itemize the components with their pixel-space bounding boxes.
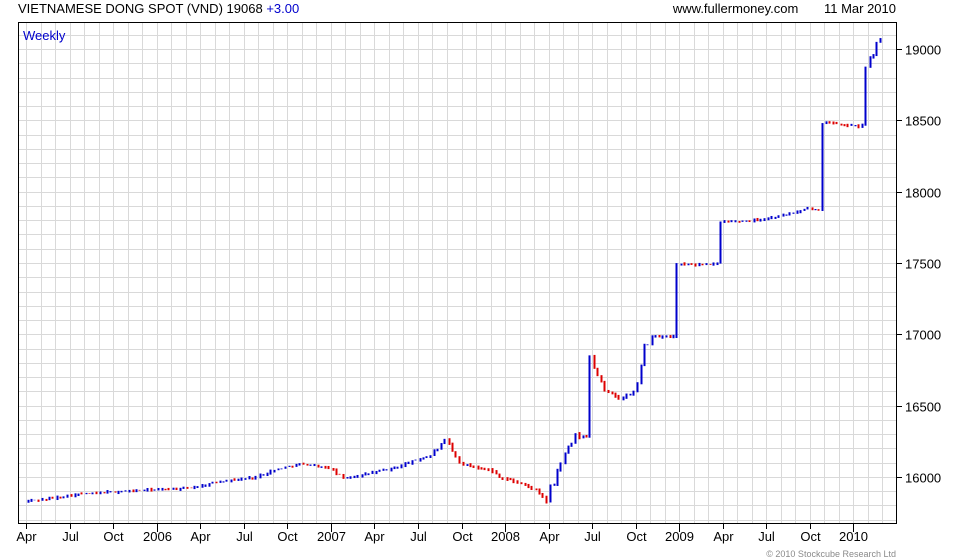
y-tick-label: 18000	[905, 186, 941, 201]
x-tick-label: Apr	[190, 529, 211, 544]
x-tick-label: Apr	[713, 529, 734, 544]
y-tick-label: 18500	[905, 114, 941, 129]
x-tick-label: Oct	[277, 529, 298, 544]
y-tick-label: 17500	[905, 257, 941, 272]
copyright-notice: © 2010 Stockcube Research Ltd	[766, 549, 896, 559]
x-tick-label: Apr	[364, 529, 385, 544]
x-tick-label: 2007	[317, 529, 346, 544]
x-tick-label: Jul	[236, 529, 253, 544]
x-tick-label: Jul	[758, 529, 775, 544]
y-tick-label: 19000	[905, 43, 941, 58]
x-tick-label: Jul	[62, 529, 79, 544]
price-chart: 16000 16500 17000 17500 18000 18500 19000 Apr J…	[16, 22, 941, 544]
frequency-label: Weekly	[23, 28, 66, 43]
x-axis: Apr Jul Oct 2006 Apr Jul Oct 2007 Apr Jul Oct 2008 A…	[16, 524, 868, 544]
x-tick-label: 2006	[143, 529, 172, 544]
x-tick-label: Jul	[410, 529, 427, 544]
x-tick-label: Oct	[800, 529, 821, 544]
x-tick-label: Oct	[452, 529, 473, 544]
x-tick-label: Oct	[626, 529, 647, 544]
y-tick-label: 16500	[905, 400, 941, 415]
y-tick-label: 17000	[905, 328, 941, 343]
x-tick-label: 2010	[839, 529, 868, 544]
x-tick-label: Oct	[103, 529, 124, 544]
x-tick-label: Apr	[16, 529, 37, 544]
x-tick-label: 2009	[665, 529, 694, 544]
y-tick-label: 16000	[905, 471, 941, 486]
x-tick-label: 2008	[491, 529, 520, 544]
x-tick-label: Jul	[584, 529, 601, 544]
y-axis: 16000 16500 17000 17500 18000 18500 19000	[897, 43, 941, 486]
x-tick-label: Apr	[539, 529, 560, 544]
